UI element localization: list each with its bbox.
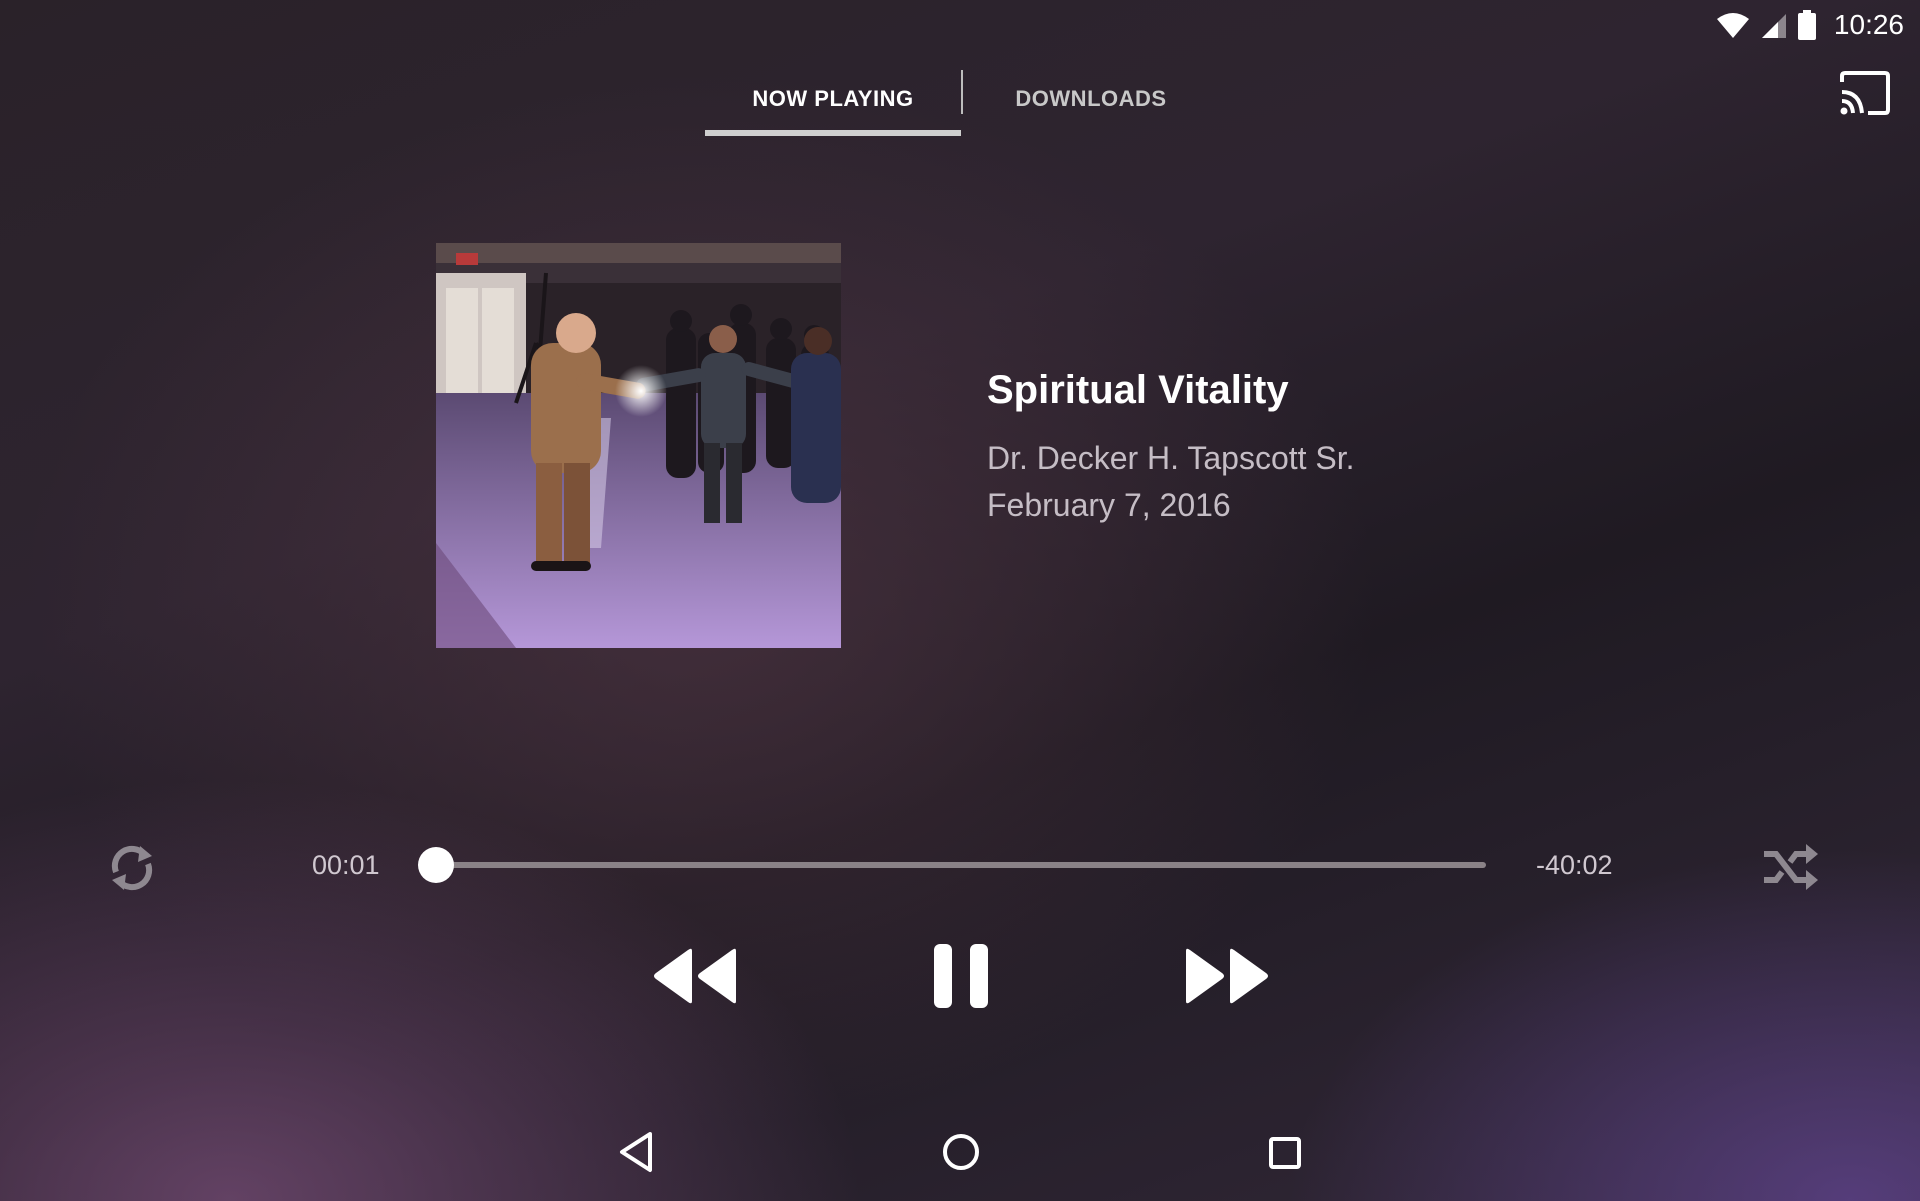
cast-button[interactable] — [1838, 70, 1892, 116]
preacher-on-stage-photo — [436, 243, 841, 648]
tab-now-playing[interactable]: NOW PLAYING — [705, 62, 961, 136]
shuffle-icon — [1764, 844, 1818, 890]
recents-icon — [1269, 1137, 1301, 1169]
track-speaker: Dr. Decker H. Tapscott Sr. — [987, 440, 1355, 476]
nav-back-button[interactable] — [616, 1130, 656, 1174]
status-bar: 10:26 — [1716, 0, 1920, 50]
home-icon — [943, 1134, 979, 1170]
remaining-time: -40:02 — [1536, 850, 1613, 880]
fast-forward-button[interactable] — [1182, 945, 1272, 1007]
tab-bar: NOW PLAYING DOWNLOADS — [705, 62, 1219, 136]
track-date: February 7, 2016 — [987, 487, 1231, 523]
wifi-icon — [1716, 13, 1749, 38]
repeat-button[interactable] — [106, 842, 158, 894]
status-clock: 10:26 — [1833, 9, 1904, 40]
rewind-button[interactable] — [650, 945, 740, 1007]
seek-bar-thumb[interactable] — [418, 847, 454, 883]
elapsed-time: 00:01 — [312, 850, 380, 880]
rewind-icon — [654, 948, 736, 1004]
album-artwork — [436, 243, 841, 648]
tab-downloads[interactable]: DOWNLOADS — [963, 62, 1219, 136]
track-title: Spiritual Vitality — [987, 368, 1289, 412]
repeat-icon — [111, 845, 153, 891]
back-icon — [620, 1132, 652, 1172]
battery-icon — [1797, 10, 1816, 40]
cell-signal-icon — [1761, 14, 1786, 38]
pause-icon — [934, 944, 988, 1008]
track-info: Spiritual Vitality Dr. Decker H. Tapscot… — [987, 368, 1355, 529]
pause-button[interactable] — [932, 942, 990, 1010]
nav-home-button[interactable] — [941, 1132, 981, 1172]
fast-forward-icon — [1186, 948, 1268, 1004]
seek-bar[interactable] — [418, 847, 1486, 883]
nav-recents-button[interactable] — [1268, 1136, 1302, 1170]
cast-icon — [1840, 71, 1890, 115]
shuffle-button[interactable] — [1762, 842, 1818, 892]
